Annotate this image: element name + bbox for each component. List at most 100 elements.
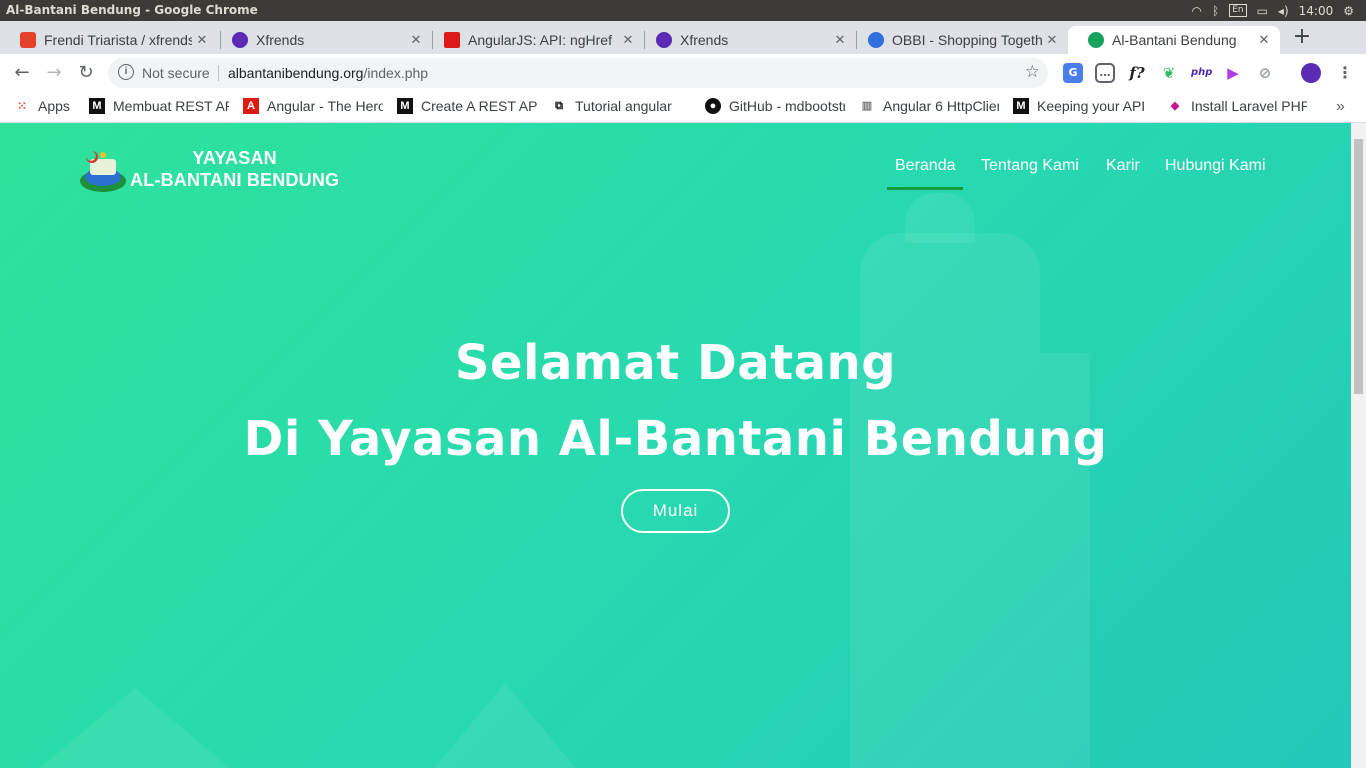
bluetooth-icon[interactable]: ᛒ [1212,4,1219,18]
bookmark-label: Install Laravel PHP [1191,98,1307,114]
bookmark-label: Tutorial angular [575,98,672,114]
bookmark-tutorial-angular[interactable]: ⧉ Tutorial angular [551,98,689,114]
bookmark-angular-hero[interactable]: A Angular - The Hero [243,98,383,114]
medium-icon: M [89,98,105,114]
bookmark-apps[interactable]: ⁙ Apps [14,98,78,114]
roof-silhouette [430,683,580,768]
building-icon: ▥ [861,100,873,112]
bookmark-label: Create A REST API [421,98,537,114]
medium-icon: M [1013,98,1029,114]
clock[interactable]: 14:00 [1299,4,1334,18]
url-host: albantanibendung.org [228,65,364,81]
evernote-extension-icon[interactable]: ❦ [1159,63,1179,83]
gitlab-icon [20,32,36,48]
forward-button[interactable]: → [40,59,68,87]
blocked-extension-icon[interactable]: ⊘ [1255,63,1275,83]
bookmark-label: Apps [38,98,70,114]
play-extension-icon[interactable]: ▶ [1223,63,1243,83]
omnibox-divider [218,65,219,81]
security-status[interactable]: Not secure [142,65,210,81]
site-favicon [1088,32,1104,48]
back-button[interactable]: ← [8,59,36,87]
tab-xfrends-2[interactable]: Xfrends ✕ [636,26,856,54]
tab-label: Al-Bantani Bendung [1112,32,1237,48]
tab-angularjs[interactable]: AngularJS: API: ngHref ✕ [424,26,644,54]
tab-label: OBBI - Shopping Together [892,32,1042,48]
bookmark-keeping-your-api[interactable]: M Keeping your API [1013,98,1153,114]
bookmarks-overflow-chevron-icon[interactable]: » [1336,98,1352,116]
xfrends-icon [656,32,672,48]
bookmark-github-mdbootstrap[interactable]: ● GitHub - mdbootstrap [705,98,845,114]
apps-grid-icon: ⁙ [16,99,28,113]
logo-line-1: YAYASAN [192,148,277,168]
tab-label: Xfrends [680,32,729,48]
page-scrollbar[interactable] [1351,123,1366,768]
close-icon[interactable]: ✕ [192,32,212,48]
bookmark-label: Keeping your API [1037,98,1146,114]
logo-text[interactable]: YAYASAN AL-BANTANI BENDUNG [130,147,339,191]
new-tab-button[interactable]: + [1290,26,1314,50]
tab-label: Xfrends [256,32,305,48]
angular-icon: A [243,98,259,114]
close-icon[interactable]: ✕ [830,32,850,48]
medium-icon: M [397,98,413,114]
yayasan-logo-icon [80,151,126,192]
xfrends-icon [232,32,248,48]
tab-strip: Frendi Triarista / xfrends ✕ Xfrends ✕ A… [0,21,1366,54]
bookmark-install-laravel[interactable]: ◆ Install Laravel PHP [1167,98,1307,114]
volume-icon[interactable]: ◂) [1278,4,1289,18]
hero-heading-line-2: Di Yayasan Al-Bantani Bendung [243,411,1108,467]
system-tray: ◠ ᛒ En ▭ ◂) 14:00 ⚙ [1192,0,1366,21]
php-extension-icon[interactable]: php [1191,63,1212,83]
nav-karir[interactable]: Karir [1106,157,1140,175]
menu-kebab-icon[interactable]: ⋮ [1335,63,1355,83]
bookmark-label: Membuat REST API [113,98,229,114]
os-title-bar: Al-Bantani Bendung - Google Chrome ◠ ᛒ E… [0,0,1366,21]
tab-al-bantani[interactable]: Al-Bantani Bendung ✕ [1068,26,1280,54]
tab-obbi[interactable]: OBBI - Shopping Together ✕ [848,26,1068,54]
angular-icon [444,32,460,48]
bookmarks-bar: ⁙ Apps M Membuat REST API A Angular - Th… [0,92,1366,123]
nav-tentang-kami[interactable]: Tentang Kami [981,157,1079,175]
bookmark-label: Angular - The Hero [267,98,383,114]
close-icon[interactable]: ✕ [1254,32,1274,48]
bookmark-star-icon[interactable]: ☆ [1025,62,1040,82]
logo-line-2: AL-BANTANI BENDUNG [130,170,340,190]
url-text[interactable]: albantanibendung.org/index.php [228,65,428,81]
hero-heading-line-1: Selamat Datang [454,335,897,391]
obbi-icon [868,32,884,48]
battery-icon[interactable]: ▭ [1257,4,1268,18]
tab-label: Frendi Triarista / xfrends [44,32,192,48]
close-icon[interactable]: ✕ [618,32,638,48]
bookmark-angular-httpclient[interactable]: ▥ Angular 6 HttpClient [859,98,999,114]
info-icon[interactable]: i [118,64,134,80]
reload-button[interactable]: ↻ [72,59,100,87]
url-path: /index.php [363,65,429,81]
settings-gear-icon[interactable]: ⚙ [1343,4,1354,18]
github-icon: ● [705,98,721,114]
translate-extension-icon[interactable]: G [1063,63,1083,83]
nav-beranda[interactable]: Beranda [895,157,956,175]
tower-dome-silhouette [905,193,975,243]
tab-xfrends[interactable]: Xfrends ✕ [212,26,432,54]
font-extension-icon[interactable]: f? [1127,63,1147,83]
start-button[interactable]: Mulai [621,489,730,533]
roof-silhouette-left [40,688,230,768]
bookmark-create-rest-api[interactable]: M Create A REST API [397,98,537,114]
close-icon[interactable]: ✕ [406,32,426,48]
window-title: Al-Bantani Bendung - Google Chrome [6,3,258,17]
web-page: YAYASAN AL-BANTANI BENDUNG Beranda Tenta… [0,123,1351,768]
bookmark-label: GitHub - mdbootstrap [729,98,845,114]
bookmark-membuat-rest-api[interactable]: M Membuat REST API [89,98,229,114]
dev-icon: ⧉ [555,100,563,112]
profile-avatar[interactable] [1301,63,1321,83]
scrollbar-thumb[interactable] [1354,139,1363,394]
tab-gitlab[interactable]: Frendi Triarista / xfrends ✕ [0,26,218,54]
close-icon[interactable]: ✕ [1042,32,1062,48]
keyboard-layout-indicator[interactable]: En [1229,4,1247,17]
chat-extension-icon[interactable]: … [1095,63,1115,83]
active-nav-indicator [887,187,963,190]
nav-hubungi-kami[interactable]: Hubungi Kami [1165,157,1266,175]
wifi-icon[interactable]: ◠ [1192,4,1202,18]
address-bar[interactable]: i Not secure albantanibendung.org/index.… [108,58,1048,88]
